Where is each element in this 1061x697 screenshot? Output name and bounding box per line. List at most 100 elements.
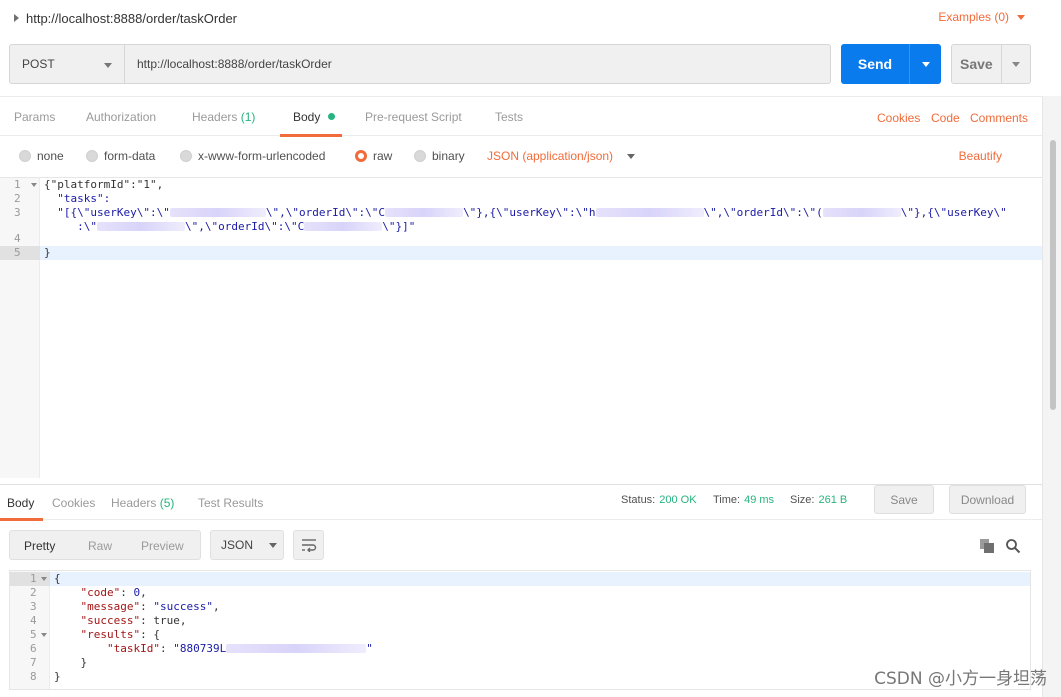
json-value: "880739L (173, 642, 227, 655)
body-indicator-dot-icon (327, 113, 335, 120)
method-select[interactable]: POST (9, 44, 125, 84)
response-headers-count: (5) (159, 496, 175, 510)
code-segment: \"},{\"userKey\" (900, 206, 1007, 219)
chevron-down-icon (1017, 14, 1025, 20)
beautify-link[interactable]: Beautify (959, 149, 1002, 163)
radio-binary-label: binary (432, 149, 465, 163)
json-value: 0 (133, 586, 141, 599)
tab-body[interactable]: Body (293, 110, 335, 124)
code-segment: \",\"orderId\":\"C (184, 220, 305, 233)
response-format-select[interactable]: JSON (210, 530, 284, 560)
tab-response-body[interactable]: Body (7, 496, 34, 510)
line-number: 3 (14, 206, 21, 219)
examples-dropdown[interactable]: Examples (0) (938, 10, 1025, 24)
code-segment: \"}]" (382, 220, 416, 233)
line-number: 6 (30, 642, 37, 655)
line-number: 5 (14, 246, 21, 259)
tab-response-cookies[interactable]: Cookies (52, 496, 95, 510)
request-title-bar[interactable]: http://localhost:8888/order/taskOrder (0, 0, 1061, 36)
code-line: {"platformId":"1", (44, 178, 164, 191)
method-label: POST (22, 57, 55, 71)
send-options-button[interactable] (909, 44, 941, 84)
line-number: 7 (30, 656, 37, 669)
request-title: http://localhost:8888/order/taskOrder (26, 10, 238, 26)
view-raw-button[interactable]: Raw (88, 539, 112, 553)
wrap-lines-button[interactable] (293, 530, 324, 560)
view-pretty-button[interactable]: Pretty (24, 539, 55, 553)
line-number: 4 (30, 614, 37, 627)
body-type-options: none form-data x-www-form-urlencoded raw… (0, 140, 1042, 174)
line-number: 2 (14, 192, 21, 205)
line-number: 4 (14, 232, 21, 245)
radio-selected-icon (355, 150, 367, 162)
json-value: "success" (153, 600, 213, 613)
tab-authorization[interactable]: Authorization (86, 110, 156, 124)
code-line: } (54, 656, 88, 670)
radio-icon (180, 150, 192, 162)
tab-body-label: Body (293, 110, 321, 124)
code-segment: "[{\"userKey\":\" (44, 206, 170, 219)
chevron-down-icon (627, 153, 636, 159)
cookies-link[interactable]: Cookies (877, 111, 920, 125)
download-button[interactable]: Download (949, 485, 1026, 514)
response-save-button[interactable]: Save (874, 485, 934, 514)
request-body-editor[interactable]: 1 2 3 4 5 {"platformId":"1", "tasks": "[… (0, 177, 1042, 478)
code-line: "results": { (80, 628, 160, 641)
expand-caret-icon[interactable] (14, 14, 19, 22)
save-options-button[interactable] (1000, 45, 1030, 83)
line-number: 2 (30, 586, 37, 599)
line-gutter (0, 178, 40, 478)
redacted-block (595, 208, 704, 217)
save-button[interactable]: Save (951, 44, 1031, 84)
time-value: 49 ms (744, 494, 775, 506)
content-type-select[interactable]: JSON (application/json) (487, 149, 636, 163)
search-icon (1006, 539, 1021, 554)
copy-button[interactable] (978, 537, 996, 555)
tab-response-headers[interactable]: Headers (5) (111, 496, 174, 510)
chevron-down-icon (1011, 61, 1020, 67)
send-label: Send (857, 56, 893, 72)
json-key: "results" (80, 628, 141, 641)
code-line: "taskId": "880739L " (106, 642, 373, 655)
headers-count: (1) (240, 110, 256, 124)
radio-none[interactable]: none (19, 149, 64, 163)
tab-pre-request-script[interactable]: Pre-request Script (365, 110, 462, 124)
send-button[interactable]: Send (841, 44, 941, 84)
code-line: "success": true, (80, 614, 187, 627)
copy-icon (980, 539, 994, 553)
radio-raw-label: raw (373, 149, 393, 163)
redacted-block (385, 208, 464, 217)
tab-tests[interactable]: Tests (495, 110, 523, 124)
watermark: CSDN @小方一身坦荡 (874, 669, 1047, 689)
radio-form-data[interactable]: form-data (86, 149, 155, 163)
fold-icon[interactable] (31, 183, 37, 187)
save-label: Save (960, 56, 993, 72)
comments-link[interactable]: Comments (970, 111, 1028, 125)
radio-none-label: none (37, 149, 64, 163)
search-button[interactable] (1004, 537, 1022, 555)
fold-icon[interactable] (41, 633, 47, 637)
tab-response-headers-label: Headers (111, 496, 157, 510)
chevron-down-icon (921, 61, 930, 67)
code-link[interactable]: Code (931, 111, 960, 125)
tab-test-results[interactable]: Test Results (198, 496, 263, 510)
view-preview-button[interactable]: Preview (141, 539, 184, 553)
json-value: true (153, 614, 180, 627)
chevron-down-icon (104, 63, 112, 68)
url-input[interactable] (125, 44, 831, 84)
radio-urlencoded[interactable]: x-www-form-urlencoded (180, 149, 325, 163)
radio-raw[interactable]: raw (355, 149, 392, 163)
tab-headers[interactable]: Headers (1) (192, 110, 255, 124)
size-meta: Size: 261 B (790, 494, 847, 506)
response-format-label: JSON (221, 538, 254, 552)
radio-icon (414, 150, 426, 162)
code-line: "[{\"userKey\":\" \",\"orderId\":\"C \"},{… (44, 206, 1007, 220)
fold-icon[interactable] (41, 577, 47, 581)
chevron-down-icon (269, 542, 278, 548)
size-label: Size: (790, 494, 815, 506)
radio-urlencoded-label: x-www-form-urlencoded (198, 149, 326, 163)
scrollbar-thumb[interactable] (1050, 140, 1056, 410)
radio-binary[interactable]: binary (414, 149, 465, 163)
tab-params[interactable]: Params (14, 110, 55, 124)
active-line-highlight (40, 246, 1042, 260)
